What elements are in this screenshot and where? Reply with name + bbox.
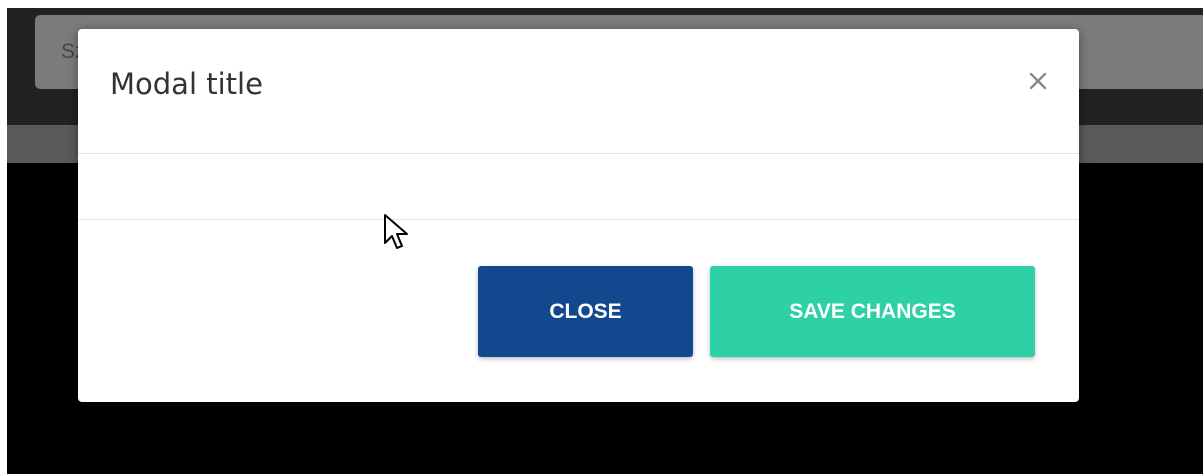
close-button[interactable]: CLOSE xyxy=(478,266,693,357)
close-icon-button[interactable] xyxy=(1024,67,1052,95)
save-changes-button[interactable]: SAVE CHANGES xyxy=(710,266,1035,357)
modal-title: Modal title xyxy=(110,67,263,101)
close-icon xyxy=(1029,72,1047,90)
modal-header: Modal title xyxy=(78,29,1079,154)
modal-footer: CLOSE SAVE CHANGES xyxy=(78,220,1079,402)
modal-dialog: Modal title CLOSE SAVE CHANGES xyxy=(78,29,1079,402)
modal-body xyxy=(78,154,1079,220)
